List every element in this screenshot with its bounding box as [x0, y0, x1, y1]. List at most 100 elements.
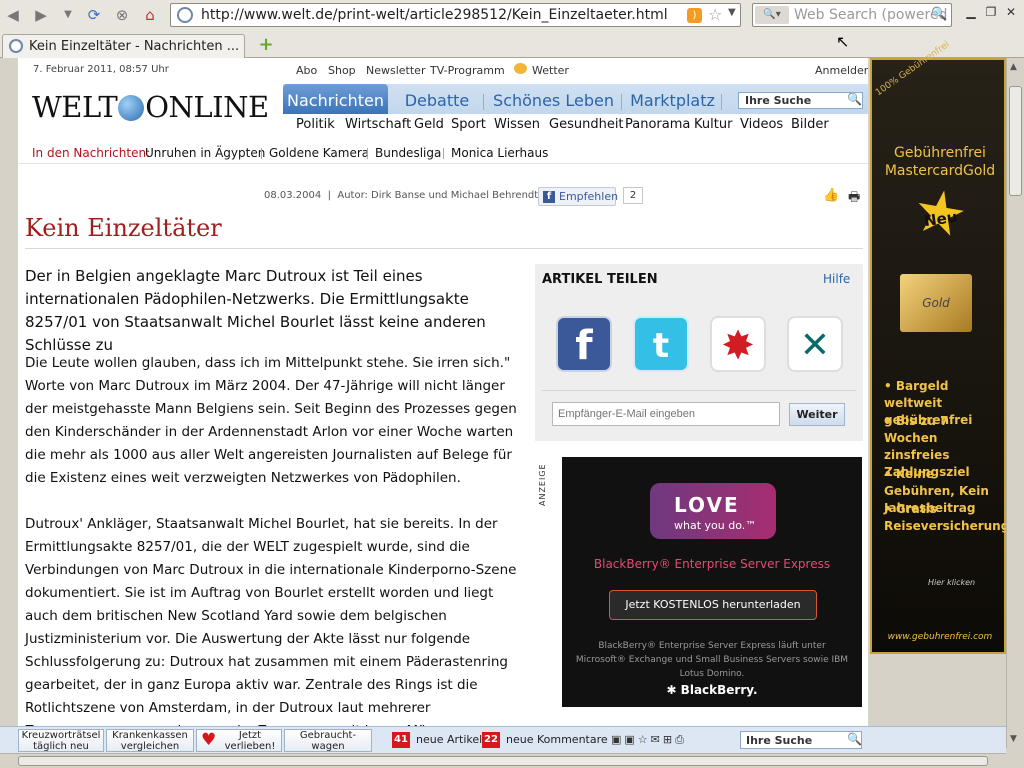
ad-product: BlackBerry® Enterprise Server Express [593, 557, 831, 571]
article-author: Autor: Dirk Banse und Michael Behrendt [337, 190, 539, 201]
scroll-thumb-horizontal[interactable] [18, 756, 988, 766]
crossword-button[interactable]: Kreuzworträtsel täglich neu [18, 729, 104, 752]
heart-icon: ♥ [201, 730, 217, 750]
web-page: 7. Februar 2011, 08:57 Uhr Abo Shop News… [18, 58, 868, 726]
top-link-shop[interactable]: Shop [328, 64, 356, 77]
scroll-up-icon[interactable]: ▲ [1010, 62, 1017, 72]
tab-debatte[interactable]: Debatte [391, 88, 483, 114]
subnav-wissen[interactable]: Wissen [494, 117, 540, 132]
news-divider [443, 148, 444, 159]
subnav-gesundheit[interactable]: Gesundheit [549, 117, 624, 132]
myspace-share-icon[interactable]: ✸ [710, 316, 766, 372]
site-identity-icon[interactable] [177, 7, 193, 23]
subnav-bilder[interactable]: Bilder [791, 117, 829, 132]
blackberry-ad[interactable]: LOVE what you do.™ BlackBerry® Enterpris… [562, 457, 862, 707]
news-link-aegypten[interactable]: Unruhen in Ägypten [145, 146, 265, 160]
in-the-news-label: In den Nachrichten: [32, 146, 151, 160]
main-navigation: Nachrichten Debatte Schönes Leben Marktp… [283, 84, 868, 138]
search-go-icon[interactable]: 🔍 [931, 7, 947, 22]
bookmark-star-icon[interactable]: ☆ [708, 5, 722, 24]
close-icon[interactable]: ✕ [1002, 5, 1020, 21]
news-link-bundesliga[interactable]: Bundesliga [375, 146, 441, 160]
facebook-share-icon[interactable]: f [556, 316, 612, 372]
search-icon[interactable]: 🔍 [847, 732, 862, 746]
ad-bullet: • Gratis Reiseversicherung [884, 502, 1010, 533]
browser-chrome: ◀ ▶ ▼ ⟳ ⊗ ⌂ http://www.welt.de/print-wel… [0, 0, 1024, 58]
search-engine-icon[interactable]: 🔍▾ [755, 6, 789, 24]
history-dropdown-icon[interactable]: ▼ [57, 5, 79, 25]
cars-button[interactable]: Gebraucht-wagen [284, 729, 372, 752]
subnav-geld[interactable]: Geld [414, 117, 444, 132]
share-box: ARTIKEL TEILEN Hilfe f t ✸ ✕ Weiter [535, 264, 863, 441]
tab-favicon [9, 39, 23, 53]
ad-headline: Gebührenfrei MastercardGold [884, 145, 996, 179]
ad-click-here[interactable]: Hier klicken [928, 578, 975, 587]
tab-schoenes-leben[interactable]: Schönes Leben [486, 88, 621, 114]
site-logo[interactable]: WELT ONLINE [32, 90, 269, 124]
top-link-newsletter[interactable]: Newsletter [366, 64, 425, 77]
twitter-share-icon[interactable]: t [633, 316, 689, 372]
back-icon[interactable]: ◀ [2, 5, 24, 25]
subnav-kultur[interactable]: Kultur [694, 117, 732, 132]
mastercard-ad[interactable]: 100% Gebührenfrei Gebührenfrei Mastercar… [870, 40, 1010, 654]
scroll-down-icon[interactable]: ▼ [1010, 734, 1017, 744]
reload-icon[interactable]: ⟳ [83, 5, 105, 25]
facebook-icon: f [543, 191, 555, 203]
print-icon[interactable]: 🖶 [848, 188, 860, 210]
insurance-button[interactable]: Krankenkassen vergleichen [106, 729, 194, 752]
ad-love-text: LOVE [674, 493, 740, 517]
web-search-box[interactable]: 🔍▾ Web Search (powered 🔍 [752, 3, 952, 27]
subnav-panorama[interactable]: Panorama [625, 117, 690, 132]
article-title: Kein Einzeltäter [25, 214, 222, 242]
minimize-icon[interactable]: ▁ [962, 5, 980, 21]
restore-icon[interactable]: ❐ [982, 5, 1000, 21]
toolbar-search-input[interactable]: Ihre Suche 🔍 [740, 731, 862, 749]
top-link-tv[interactable]: TV-Programm [430, 64, 505, 77]
tab-nachrichten[interactable]: Nachrichten [283, 88, 388, 114]
facebook-like-button[interactable]: f Empfehlen [538, 187, 618, 206]
article-meta: 08.03.2004 | Autor: Dirk Banse und Micha… [264, 190, 539, 201]
share-help-link[interactable]: Hilfe [823, 272, 850, 286]
article-lead: Der in Belgien angeklagte Marc Dutroux i… [25, 267, 486, 354]
toolbar-icons[interactable]: ▣▣☆✉⊞⎙ [611, 733, 687, 747]
share-title: ARTIKEL TEILEN [542, 272, 658, 287]
rss-icon[interactable]: ) [687, 8, 702, 23]
new-comments-link[interactable]: neue Kommentare [506, 733, 608, 746]
vertical-scrollbar[interactable]: ▲ ▼ [1006, 58, 1024, 748]
subnav-sport[interactable]: Sport [451, 117, 486, 132]
title-divider [25, 248, 863, 249]
tab-separator [721, 94, 722, 110]
top-link-wetter[interactable]: Wetter [532, 64, 569, 77]
site-search-input[interactable]: Ihre Suche 🔍 [738, 92, 863, 109]
new-tab-icon[interactable]: + [258, 36, 274, 54]
article-paragraph: Dutroux' Ankläger, Staatsanwalt Michel B… [25, 516, 517, 726]
thumbs-up-icon[interactable]: 👍 [823, 188, 839, 203]
search-icon[interactable]: 🔍 [847, 92, 862, 106]
tab-marktplatz[interactable]: Marktplatz [624, 88, 721, 114]
subnav-wirtschaft[interactable]: Wirtschaft [345, 117, 411, 132]
url-dropdown-icon[interactable]: ▼ [728, 7, 736, 18]
login-link[interactable]: Anmelden [815, 64, 868, 77]
horizontal-scrollbar[interactable] [0, 753, 1006, 768]
ad-download-button[interactable]: Jetzt KOSTENLOS herunterladen [609, 590, 817, 620]
like-count: 2 [623, 187, 643, 204]
news-link-lierhaus[interactable]: Monica Lierhaus [451, 146, 548, 160]
stop-icon[interactable]: ⊗ [111, 5, 133, 25]
ad-fineprint: BlackBerry® Enterprise Server Express lä… [575, 641, 849, 679]
news-link-goldene-kamera[interactable]: Goldene Kamera [269, 146, 369, 160]
home-icon[interactable]: ⌂ [139, 5, 161, 25]
subnav-videos[interactable]: Videos [740, 117, 783, 132]
xing-share-icon[interactable]: ✕ [787, 316, 843, 372]
url-bar[interactable]: http://www.welt.de/print-welt/article298… [170, 3, 741, 27]
recipient-email-input[interactable] [552, 402, 780, 426]
scroll-thumb[interactable] [1009, 86, 1022, 196]
new-articles-link[interactable]: neue Artikel [416, 733, 482, 746]
url-text[interactable]: http://www.welt.de/print-welt/article298… [201, 7, 668, 23]
subnav-politik[interactable]: Politik [296, 117, 335, 132]
share-divider [542, 390, 856, 391]
browser-tab[interactable]: Kein Einzeltäter - Nachrichten ... [2, 34, 245, 58]
share-submit-button[interactable]: Weiter [789, 403, 845, 426]
tab-separator [483, 94, 484, 110]
forward-icon[interactable]: ▶ [30, 5, 52, 25]
top-link-abo[interactable]: Abo [296, 64, 317, 77]
